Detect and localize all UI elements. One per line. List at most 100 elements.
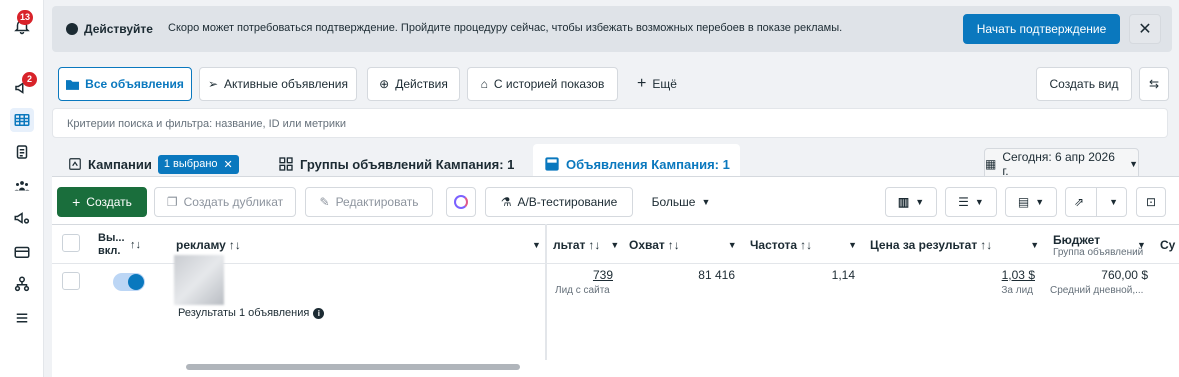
sort-icon: ↑↓ (667, 238, 680, 252)
chevron-down-icon: ▼ (915, 197, 925, 207)
ab-test-label: A/B-тестирование (517, 195, 618, 209)
onoff-toggle[interactable] (113, 273, 145, 291)
sliders-icon[interactable]: ⇆ (1139, 67, 1169, 101)
tab-all-ads[interactable]: Все объявления (58, 67, 192, 101)
chevron-down-icon: ▼ (1109, 197, 1118, 207)
sort-icon: ↑↓ (800, 238, 813, 252)
col-onoff[interactable]: Вы... вкл. ↑↓ (98, 226, 148, 264)
tab-active-ads[interactable]: ➢ Активные объявления (199, 67, 357, 101)
chevron-down-icon: ▼ (610, 240, 620, 250)
breakdown-icon: ☰ (958, 195, 969, 209)
cell-result-sub: Лид с сайта (555, 285, 610, 296)
menu-icon[interactable] (10, 306, 34, 330)
col-ad-menu[interactable]: ▼ (532, 226, 541, 264)
calendar-icon: ▦ (985, 157, 997, 171)
chevron-down-icon: ▼ (1035, 197, 1045, 207)
chevron-down-icon: ▼ (1137, 240, 1146, 250)
create-label: Создать (86, 195, 132, 209)
info-icon[interactable]: i (313, 307, 325, 319)
col-budget[interactable]: Бюджет Группа объявлений (1053, 226, 1149, 264)
col-frequency[interactable]: Частота ↑↓ ▼ (750, 226, 857, 264)
tab-actions[interactable]: ⊕ Действия (367, 67, 460, 101)
sort-icon: ↑↓ (130, 238, 141, 251)
toggle-knob (128, 274, 144, 290)
cell-cost-sub: За лид (1001, 285, 1033, 296)
more-button[interactable]: Больше ▼ (642, 187, 720, 217)
megaphone-gear-icon[interactable] (10, 206, 34, 230)
divider (1096, 187, 1098, 217)
adsets-grid-icon (279, 157, 293, 171)
chevron-down-icon: ▼ (701, 197, 711, 207)
tab-adsets-label: Группы объявлений Кампания: 1 (300, 156, 515, 172)
plus-icon: + (72, 194, 81, 210)
col-cost-label: Цена за результат (870, 238, 978, 252)
create-button[interactable]: + Создать (57, 187, 147, 217)
cell-budget-sub: Средний дневной,... (1050, 285, 1144, 296)
chevron-down-icon: ▼ (727, 240, 737, 250)
ab-test-button[interactable]: ⚗ A/B-тестирование (485, 187, 633, 217)
search-placeholder: Критерии поиска и фильтра: название, ID … (67, 118, 346, 130)
cell-reach: 81 416 (698, 268, 735, 282)
billing-card-icon[interactable] (10, 240, 34, 264)
notifications-badge: 13 (17, 10, 34, 25)
col-frequency-label: Частота (750, 238, 798, 252)
col-result-label: льтат (553, 238, 586, 252)
org-chart-icon[interactable] (10, 272, 34, 296)
tab-history[interactable]: ⌂ С историей показов (467, 67, 618, 101)
col-reach[interactable]: Охват ↑↓ ▼ (629, 226, 737, 264)
select-all-checkbox[interactable] (62, 234, 80, 252)
export-button[interactable]: ⇗ ▼ (1065, 187, 1127, 217)
horizontal-scrollbar[interactable] (186, 364, 520, 370)
reports-button[interactable]: ▤ ▼ (1005, 187, 1057, 217)
alerts-badge: 2 (22, 72, 37, 87)
cell-result[interactable]: 739 (558, 268, 613, 282)
header-top-line (52, 224, 1179, 225)
table-grid-icon[interactable] (10, 108, 34, 132)
columns-icon: ▥ (897, 195, 910, 209)
cell-cost[interactable]: 1,03 $ (970, 268, 1035, 282)
chevron-down-icon: ▼ (974, 197, 984, 207)
ad-thumbnail[interactable] (174, 255, 224, 305)
audience-icon[interactable] (10, 174, 34, 198)
clipboard-icon[interactable] (10, 140, 34, 164)
col-budget-sub: Группа объявлений (1053, 246, 1144, 258)
chevron-down-icon: ▼ (532, 240, 541, 250)
row-checkbox[interactable] (62, 272, 80, 290)
tab-actions-label: Действия (395, 77, 448, 91)
save-view-icon[interactable]: ⊡ (1136, 187, 1166, 217)
start-verification-button[interactable]: Начать подтверждение (963, 14, 1120, 44)
columns-button[interactable]: ▥ ▼ (885, 187, 937, 217)
warning-dot-icon (66, 23, 78, 35)
tab-active-ads-label: Активные объявления (224, 77, 349, 91)
col-cost[interactable]: Цена за результат ↑↓ ▼ (870, 226, 1039, 264)
date-label: Сегодня: 6 апр 2026 г. (1002, 150, 1115, 178)
close-icon[interactable]: ✕ (1129, 14, 1161, 44)
col-onoff-label: Вы... вкл. (98, 232, 125, 257)
create-view-button[interactable]: Создать вид (1036, 67, 1132, 101)
edit-button[interactable]: ✎ Редактировать (305, 187, 433, 217)
breakdown-button[interactable]: ☰ ▼ (945, 187, 997, 217)
search-input[interactable]: Критерии поиска и фильтра: название, ID … (52, 108, 1168, 138)
close-icon[interactable]: ✕ (224, 158, 233, 171)
selected-chip-label: 1 выбрано (163, 158, 218, 170)
duplicate-icon: ❐ (166, 195, 178, 209)
flask-icon: ⚗ (500, 195, 512, 209)
duplicate-button[interactable]: ❐ Создать дубликат (154, 187, 296, 217)
main-area: Действуйте Скоро может потребоваться под… (50, 0, 1179, 377)
col-budget-menu[interactable]: ▼ (1137, 226, 1146, 264)
color-ring-icon[interactable] (446, 187, 476, 217)
inbox-icon: ⌂ (480, 77, 488, 91)
col-result[interactable]: льтат ↑↓ ▼ (553, 226, 619, 264)
campaign-icon (69, 158, 81, 170)
verification-banner: Действуйте Скоро может потребоваться под… (52, 6, 1172, 52)
tab-history-label: С историей показов (493, 77, 605, 91)
ad-icon (545, 157, 559, 171)
pencil-icon: ✎ (319, 195, 330, 209)
more-label: Больше (651, 195, 696, 209)
col-ad-label: рекламу (176, 238, 226, 252)
selected-chip[interactable]: 1 выбрано ✕ (157, 154, 239, 174)
plus-icon: + (637, 75, 647, 92)
col-next[interactable]: Су (1160, 226, 1175, 264)
tab-more[interactable]: + Ещё (626, 67, 688, 101)
col-reach-label: Охват (629, 238, 665, 252)
